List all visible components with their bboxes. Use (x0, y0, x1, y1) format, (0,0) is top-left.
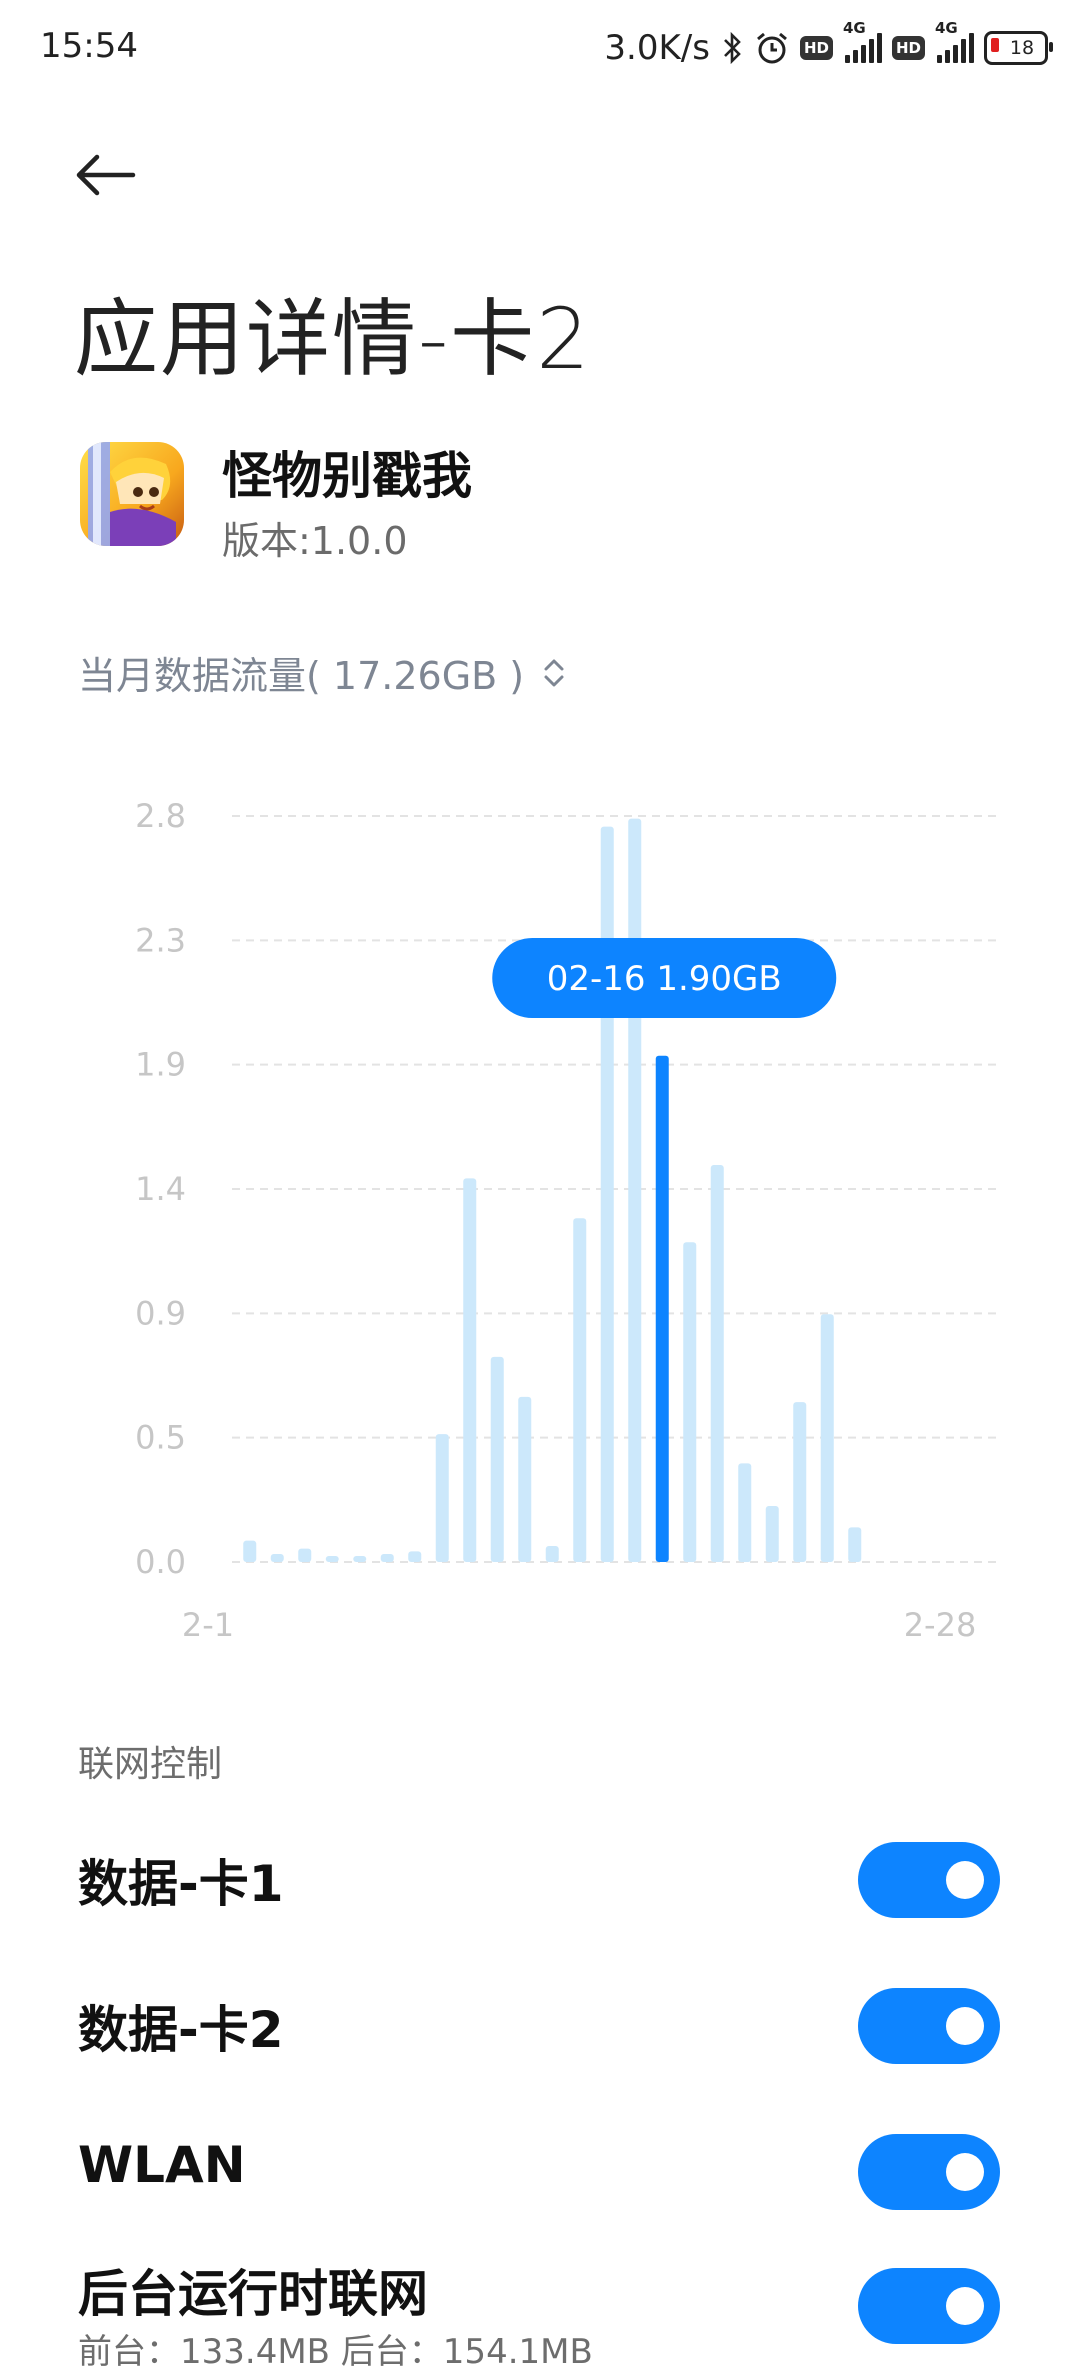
expand-collapse-icon (544, 659, 564, 686)
toggle-knob (946, 2287, 984, 2325)
background-network-label: 后台运行时联网 (78, 2265, 428, 2323)
signal-icon-sim1: 4G (843, 19, 882, 63)
y-tick-label: 1.4 (135, 1170, 186, 1208)
wlan-toggle[interactable] (858, 2134, 1000, 2210)
bar[interactable] (683, 1242, 697, 1562)
bar[interactable] (408, 1551, 422, 1562)
tooltip-text: 02-16 1.90GB (547, 959, 782, 999)
x-start-label: 2-1 (182, 1606, 234, 1644)
data-sim2-label: 数据-卡2 (78, 2001, 284, 2059)
alarm-icon (754, 30, 790, 66)
bar[interactable] (270, 1554, 284, 1562)
app-version: 版本:1.0.0 (222, 519, 408, 563)
data-usage-selector[interactable]: 当月数据流量( 17.26GB ) (78, 645, 566, 700)
bar[interactable] (435, 1434, 449, 1562)
data-usage-chart: 2.8 2.3 1.9 1.4 0.9 0.5 0.0 2-1 2-28 02-16 1.90G… (135, 797, 1002, 1644)
battery-icon: 18 (984, 31, 1053, 65)
row-data-sim2: 数据-卡2 (0, 1966, 1080, 2086)
status-time: 15:54 (40, 26, 138, 66)
network-type-sim2: 4G (935, 19, 958, 37)
bar[interactable] (573, 1218, 587, 1562)
data-sim2-toggle[interactable] (858, 1988, 1000, 2064)
network-control-title: 联网控制 (78, 1744, 223, 1785)
bar[interactable] (243, 1540, 257, 1562)
toggle-knob (946, 2007, 984, 2045)
bar[interactable] (628, 818, 642, 1562)
bar[interactable] (738, 1463, 752, 1562)
row-background-network: 后台运行时联网 前台：133.4MB 后台：154.1MB (0, 2254, 1080, 2372)
y-tick-label: 1.9 (135, 1046, 186, 1084)
bar[interactable] (600, 826, 614, 1562)
bar[interactable] (793, 1402, 807, 1562)
hd-icon: HD (799, 36, 833, 60)
status-icons: 3.0K/s HD 4G HD 4G 18 (604, 19, 1053, 72)
network-type-sim1: 4G (842, 19, 866, 37)
background-network-usage: 前台：133.4MB 后台：154.1MB (78, 2332, 593, 2372)
bar[interactable] (380, 1554, 394, 1562)
bar[interactable] (463, 1178, 477, 1562)
bar[interactable] (490, 1356, 504, 1562)
back-button[interactable] (70, 140, 140, 210)
bar[interactable] (353, 1556, 367, 1562)
wlan-label: WLAN (78, 2136, 246, 2194)
data-sim1-toggle[interactable] (858, 1842, 1000, 1918)
hd-icon-2: HD (891, 36, 925, 60)
bar[interactable] (710, 1165, 724, 1562)
bar[interactable] (325, 1556, 339, 1562)
y-tick-label: 2.3 (135, 921, 186, 959)
y-tick-label: 0.5 (135, 1419, 186, 1457)
bar[interactable] (545, 1546, 559, 1562)
data-usage-label: 当月数据流量( 17.26GB ) (78, 654, 525, 698)
app-icon (80, 442, 184, 546)
background-network-toggle[interactable] (858, 2268, 1000, 2344)
y-tick-label: 0.0 (135, 1543, 186, 1581)
bluetooth-icon (722, 31, 744, 65)
bar[interactable] (518, 1396, 532, 1562)
row-data-sim1: 数据-卡1 (0, 1820, 1080, 1940)
battery-level: 18 (1009, 37, 1035, 59)
y-tick-label: 2.8 (135, 797, 186, 835)
bar[interactable] (298, 1548, 312, 1562)
toggle-knob (946, 2153, 984, 2191)
x-end-label: 2-28 (904, 1606, 977, 1644)
bar-selected[interactable] (655, 1055, 669, 1562)
back-arrow-icon (76, 154, 136, 196)
bar[interactable] (765, 1506, 779, 1562)
network-speed: 3.0K/s (604, 28, 710, 68)
signal-icon-sim2: 4G (935, 19, 974, 63)
bar[interactable] (820, 1314, 834, 1562)
page-title: 应用详情-卡2 (74, 290, 592, 388)
y-tick-label: 0.9 (135, 1294, 186, 1332)
status-bar: 15:54 3.0K/s HD 4G HD 4G 18 (0, 0, 1080, 100)
app-name: 怪物别戳我 (222, 447, 472, 505)
row-wlan: WLAN (0, 2112, 1080, 2232)
toggle-knob (946, 1861, 984, 1899)
bar[interactable] (848, 1527, 862, 1562)
data-sim1-label: 数据-卡1 (78, 1855, 284, 1913)
